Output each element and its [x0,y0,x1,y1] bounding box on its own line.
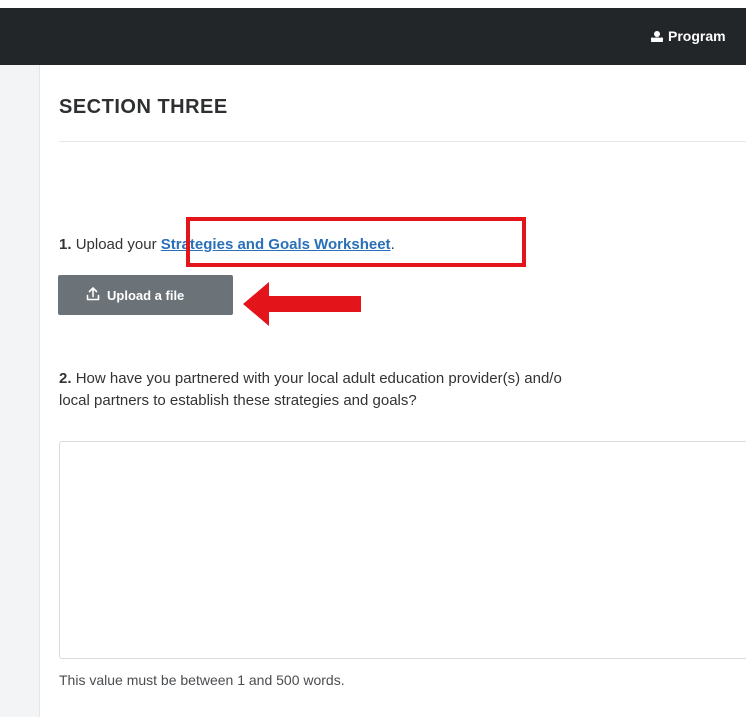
word-limit-help-text: This value must be between 1 and 500 wor… [59,672,345,688]
left-gutter-border [39,65,40,717]
answer-textarea[interactable] [59,441,746,659]
link-highlight-box [186,217,526,267]
program-menu[interactable]: Program [650,28,726,44]
question-2: 2. How have you partnered with your loca… [59,368,562,412]
upload-file-button[interactable]: Upload a file [58,275,233,315]
upload-file-label: Upload a file [107,287,185,303]
section-title: SECTION THREE [59,96,228,118]
question-1-text: Upload your [75,236,157,253]
section-divider [59,141,746,142]
program-menu-label: Program [668,28,726,44]
left-gutter [0,65,39,717]
upload-icon [86,286,100,304]
question-2-line-1: How have you partnered with your local a… [75,370,562,387]
user-group-icon [650,30,664,43]
question-2-number: 2. [59,370,72,387]
top-navigation-bar: Program [0,8,746,65]
question-2-line-2: local partners to establish these strate… [59,392,417,409]
red-arrow-annotation [243,280,363,333]
question-1-number: 1. [59,236,72,253]
